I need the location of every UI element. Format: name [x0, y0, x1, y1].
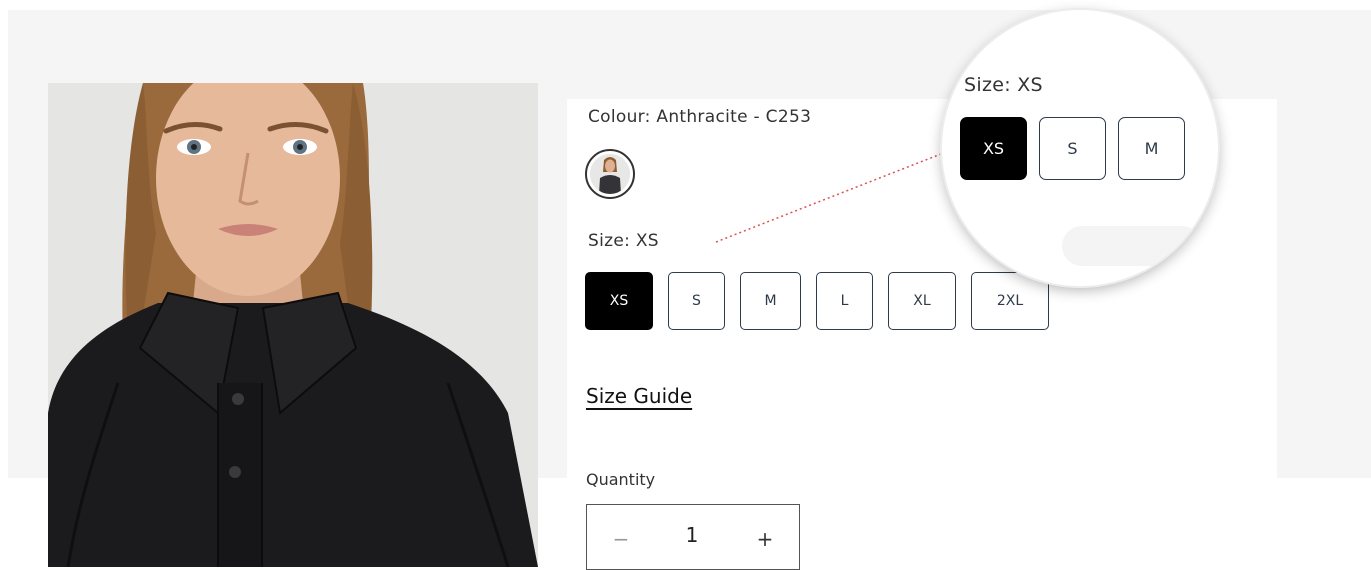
quantity-label: Quantity: [586, 470, 656, 489]
magnified-size-m: M: [1118, 117, 1185, 180]
size-option-m[interactable]: M: [740, 272, 801, 330]
swatch-model-icon: [590, 154, 630, 194]
quantity-input[interactable]: [657, 523, 727, 547]
size-selector: XS S M L XL 2XL: [585, 272, 1049, 330]
magnifier-blur-shape: [1062, 226, 1202, 266]
size-option-s[interactable]: S: [668, 272, 725, 330]
swatch-thumbnail: [590, 154, 630, 194]
quantity-decrease-button[interactable]: −: [601, 519, 641, 559]
colour-label: Colour: Anthracite - C253: [588, 107, 812, 127]
size-magnifier-callout: Size: XS XS S M: [942, 10, 1218, 286]
magnified-size-xs: XS: [960, 117, 1027, 180]
model-illustration: [48, 83, 538, 567]
product-photo: [48, 83, 538, 567]
size-option-xl[interactable]: XL: [888, 272, 956, 330]
magnified-size-label: Size: XS: [964, 74, 1043, 96]
size-option-xs[interactable]: XS: [585, 272, 653, 330]
size-option-l[interactable]: L: [816, 272, 873, 330]
size-guide-link[interactable]: Size Guide: [586, 384, 692, 408]
size-option-2xl[interactable]: 2XL: [971, 272, 1049, 330]
magnified-size-selector: XS S M: [960, 117, 1185, 180]
magnified-size-s: S: [1039, 117, 1106, 180]
colour-swatch-anthracite[interactable]: [585, 149, 635, 199]
quantity-stepper: − +: [586, 504, 800, 570]
quantity-increase-button[interactable]: +: [745, 519, 785, 559]
size-label: Size: XS: [588, 231, 659, 251]
